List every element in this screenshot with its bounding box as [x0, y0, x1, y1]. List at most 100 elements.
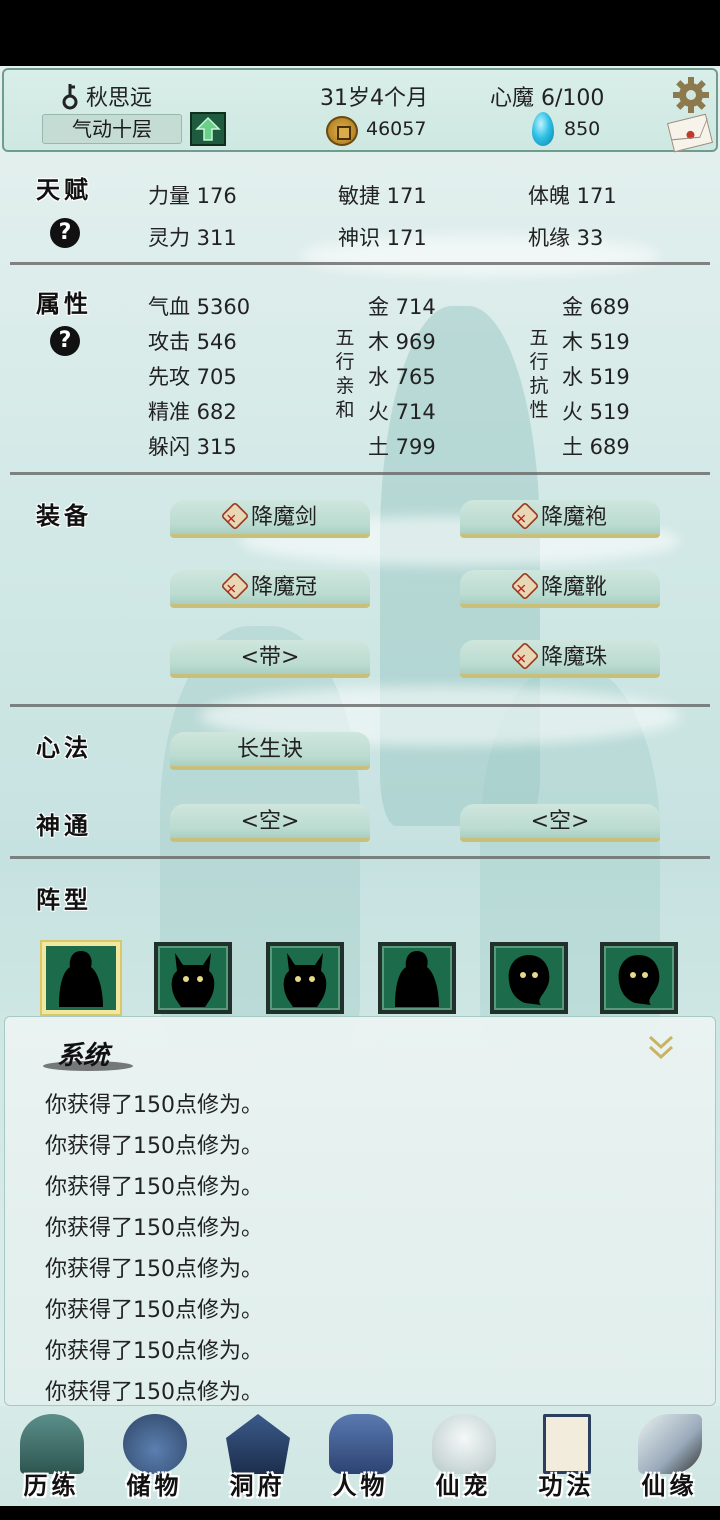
section-divider: [10, 472, 710, 475]
system-nav-bar: [0, 1506, 720, 1520]
supernatural-slot-1[interactable]: <空>: [170, 804, 370, 842]
system-log-panel[interactable]: 系统 你获得了150点修为。 你获得了150点修为。 你获得了150点修为。 你…: [4, 1016, 716, 1406]
affinity-earth: 土 799: [368, 435, 436, 459]
help-icon[interactable]: ?: [50, 326, 80, 356]
log-line: 你获得了150点修为。: [45, 1380, 263, 1405]
nav-item-pet[interactable]: 仙宠: [412, 1406, 515, 1506]
resist-wood: 木 519: [562, 330, 630, 354]
equip-name: 降魔珠: [540, 645, 607, 670]
formation-slot-3[interactable]: [266, 942, 344, 1014]
heart-demon-value: 心魔 6/100: [490, 86, 605, 111]
help-icon[interactable]: ?: [50, 218, 80, 248]
equipment-icon: [510, 501, 540, 531]
nav-label: 人物: [332, 1471, 389, 1500]
label-char: 性: [529, 399, 549, 421]
equip-slot-crown[interactable]: 降魔冠: [170, 570, 370, 608]
affinity-water: 水 765: [368, 365, 436, 389]
brush-icon: [638, 1414, 702, 1474]
equip-slot-robe[interactable]: 降魔袍: [460, 500, 660, 538]
character-age: 31岁4个月: [320, 86, 428, 111]
equip-name: 降魔剑: [250, 505, 317, 530]
slot-value: <空>: [240, 809, 300, 834]
supernatural-slot-2[interactable]: <空>: [460, 804, 660, 842]
resist-metal: 金 689: [562, 295, 630, 319]
formation-slot-1[interactable]: [42, 942, 120, 1014]
log-title: 系统: [57, 1041, 110, 1071]
method-slot[interactable]: 长生诀: [170, 732, 370, 770]
equip-slot-weapon[interactable]: 降魔剑: [170, 500, 370, 538]
cloaked-figure-icon: [59, 951, 103, 1007]
nav-item-skills[interactable]: 功法: [515, 1406, 618, 1506]
talent-label: 天赋: [36, 175, 92, 204]
nav-item-storage[interactable]: 储物: [103, 1406, 206, 1506]
status-bar: [0, 0, 720, 66]
horned-demon-icon: [171, 953, 215, 1007]
log-line: 你获得了150点修为。: [45, 1093, 263, 1118]
bag-icon: [123, 1414, 187, 1474]
label-char: 行: [335, 351, 355, 373]
equip-slot-orb[interactable]: 降魔珠: [460, 640, 660, 678]
formation-slot-2[interactable]: [154, 942, 232, 1014]
double-chevron-down-icon[interactable]: [645, 1031, 677, 1063]
equip-name: 降魔冠: [250, 575, 317, 600]
formation-slot-6[interactable]: [600, 942, 678, 1014]
breakthrough-button[interactable]: [190, 112, 226, 146]
gem-icon: [532, 112, 554, 146]
nav-label: 仙缘: [641, 1471, 698, 1500]
equip-slot-boots[interactable]: 降魔靴: [460, 570, 660, 608]
nav-label: 洞府: [229, 1471, 286, 1500]
equip-name: <带>: [240, 645, 300, 670]
nav-label: 储物: [126, 1471, 183, 1500]
cloaked-figure-icon: [395, 951, 439, 1007]
affinity-wood: 木 969: [368, 330, 436, 354]
equipment-icon: [220, 501, 250, 531]
log-line: 你获得了150点修为。: [45, 1175, 263, 1200]
formation-slot-4[interactable]: [378, 942, 456, 1014]
stat-perception: 神识 171: [338, 226, 427, 250]
equip-name: 降魔袍: [540, 505, 607, 530]
equipment-icon: [510, 571, 540, 601]
nav-item-fate[interactable]: 仙缘: [618, 1406, 720, 1506]
affinity-metal: 金 714: [368, 295, 436, 319]
realm-label: 气动十层: [42, 114, 182, 144]
label-char: 五: [529, 327, 549, 349]
formation-slot-5[interactable]: [490, 942, 568, 1014]
attr-evasion: 躲闪 315: [148, 435, 237, 459]
stat-fortune: 机缘 33: [528, 226, 604, 250]
label-char: 和: [335, 399, 355, 421]
attr-initiative: 先攻 705: [148, 365, 237, 389]
nav-label: 历练: [23, 1471, 80, 1500]
equipment-label: 装备: [36, 501, 92, 530]
gear-icon[interactable]: [672, 76, 710, 114]
character-icon: [329, 1414, 393, 1474]
attr-hp: 气血 5360: [148, 295, 251, 319]
label-char: 行: [529, 351, 549, 373]
slot-value: <空>: [530, 809, 590, 834]
log-line: 你获得了150点修为。: [45, 1298, 263, 1323]
mail-icon[interactable]: [666, 113, 714, 153]
nav-item-cave[interactable]: 洞府: [206, 1406, 309, 1506]
nav-item-training[interactable]: 历练: [0, 1406, 103, 1506]
method-label: 心法: [36, 733, 92, 762]
character-header: 秋思远 31岁4个月 心魔 6/100 气动十层 46057 850: [2, 68, 718, 153]
mountain-icon: [20, 1414, 84, 1474]
log-line: 你获得了150点修为。: [45, 1257, 263, 1282]
nav-label: 仙宠: [435, 1471, 492, 1500]
method-name: 长生诀: [236, 737, 303, 762]
section-divider: [10, 262, 710, 265]
label-char: 抗: [529, 375, 549, 397]
nav-item-character[interactable]: 人物: [309, 1406, 412, 1506]
pavilion-icon: [226, 1414, 290, 1474]
log-line: 你获得了150点修为。: [45, 1134, 263, 1159]
equip-slot-belt[interactable]: <带>: [170, 640, 370, 678]
label-char: 亲: [335, 375, 355, 397]
resist-water: 水 519: [562, 365, 630, 389]
resist-fire: 火 519: [562, 400, 630, 424]
attr-accuracy: 精准 682: [148, 400, 237, 424]
ghost-icon: [618, 955, 660, 1005]
nav-label: 功法: [538, 1471, 595, 1500]
book-icon: [543, 1414, 591, 1474]
affinity-fire: 火 714: [368, 400, 436, 424]
resist-vertical-label: 五 行 抗 性: [528, 326, 550, 422]
coin-icon: [326, 116, 358, 146]
